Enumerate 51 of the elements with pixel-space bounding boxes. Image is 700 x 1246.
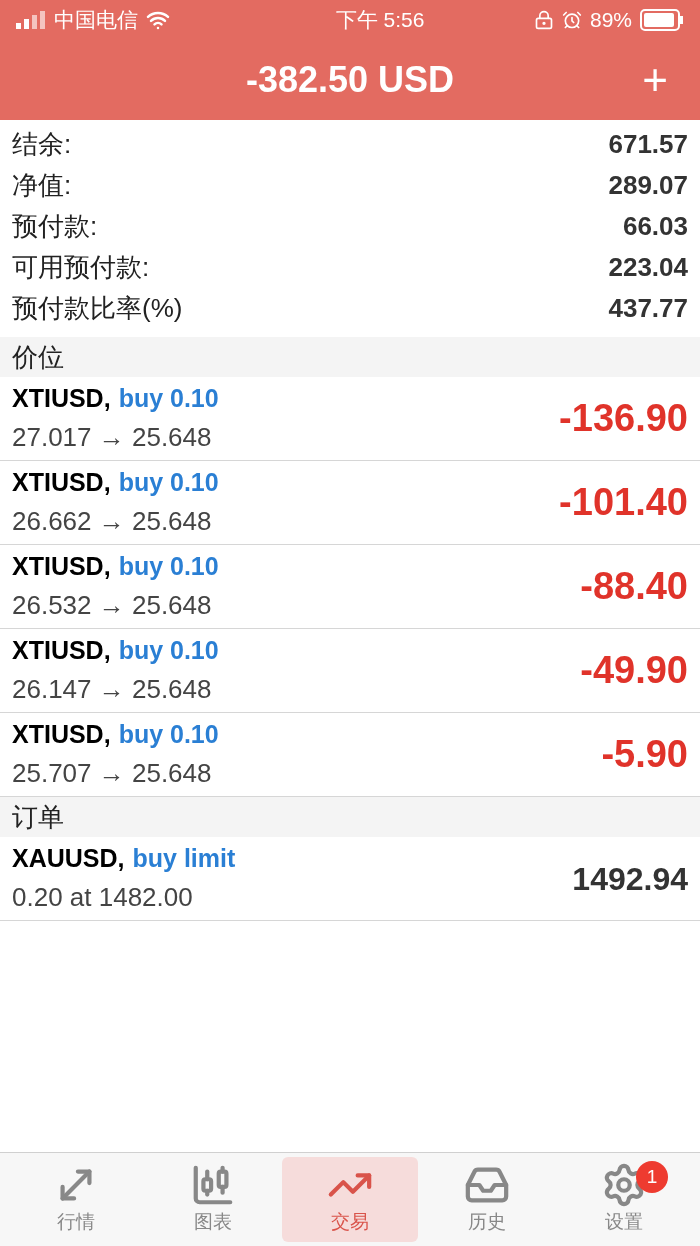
position-symbol: XTIUSD, — [12, 635, 111, 667]
order-price: 1492.94 — [572, 859, 688, 899]
position-symbol: XTIUSD, — [12, 467, 111, 499]
summary-label: 预付款: — [12, 210, 98, 243]
battery-icon — [640, 9, 684, 31]
summary-value: 223.04 — [608, 251, 688, 284]
position-prices: 26.532 → 25.648 — [12, 588, 213, 622]
order-detail: 0.20 at 1482.00 — [12, 880, 194, 914]
order-side: buy limit — [132, 843, 236, 875]
position-side: buy 0.10 — [118, 551, 219, 583]
summary-value: 66.03 — [622, 210, 688, 243]
position-profit: -88.40 — [580, 564, 688, 609]
notification-badge: 1 — [636, 1161, 668, 1193]
summary-label: 结余: — [12, 128, 72, 161]
summary-label: 净值: — [12, 169, 72, 202]
balance-title: -382.50 USD — [245, 58, 455, 102]
order-symbol: XAUUSD, — [12, 843, 125, 875]
status-time: 下午 5:56 — [335, 7, 425, 34]
position-side: buy 0.10 — [118, 719, 219, 751]
summary-value: 289.07 — [608, 169, 688, 202]
position-prices: 26.147 → 25.648 — [12, 672, 213, 706]
position-row[interactable]: XTIUSD, buy 0.10 27.017 → 25.648 -136.90 — [0, 377, 700, 461]
rotation-lock-icon — [533, 10, 554, 30]
position-row[interactable]: XTIUSD, buy 0.10 26.147 → 25.648 -49.90 — [0, 629, 700, 713]
position-profit: -5.90 — [601, 732, 688, 777]
summary-value: 437.77 — [608, 292, 688, 325]
section-title: 价位 — [12, 340, 64, 374]
position-prices: 26.662 → 25.648 — [12, 504, 213, 538]
tab[interactable]: 设置 1 — [555, 1157, 692, 1242]
summary-value: 671.57 — [608, 128, 688, 161]
position-profit: -49.90 — [580, 648, 688, 693]
signal-icon — [16, 11, 46, 29]
position-profit: -101.40 — [559, 480, 688, 525]
position-symbol: XTIUSD, — [12, 551, 111, 583]
summary-label: 可用预付款: — [12, 251, 150, 284]
position-symbol: XTIUSD, — [12, 719, 111, 751]
position-prices: 27.017 → 25.648 — [12, 420, 213, 454]
order-row[interactable]: XAUUSD, buy limit 0.20 at 1482.00 1492.94 — [0, 837, 700, 921]
position-row[interactable]: XTIUSD, buy 0.10 26.662 → 25.648 -101.40 — [0, 461, 700, 545]
summary-label: 预付款比率(%) — [12, 292, 183, 325]
position-profit: -136.90 — [559, 396, 688, 441]
position-side: buy 0.10 — [118, 467, 219, 499]
position-row[interactable]: XTIUSD, buy 0.10 26.532 → 25.648 -88.40 — [0, 545, 700, 629]
alarm-icon — [561, 10, 582, 30]
position-prices: 25.707 → 25.648 — [12, 756, 213, 790]
battery-percent: 89% — [589, 7, 632, 34]
section-title: 订单 — [12, 800, 64, 834]
position-side: buy 0.10 — [118, 383, 219, 415]
carrier-name: 中国电信 — [54, 7, 138, 34]
position-side: buy 0.10 — [118, 635, 219, 667]
position-symbol: XTIUSD, — [12, 383, 111, 415]
